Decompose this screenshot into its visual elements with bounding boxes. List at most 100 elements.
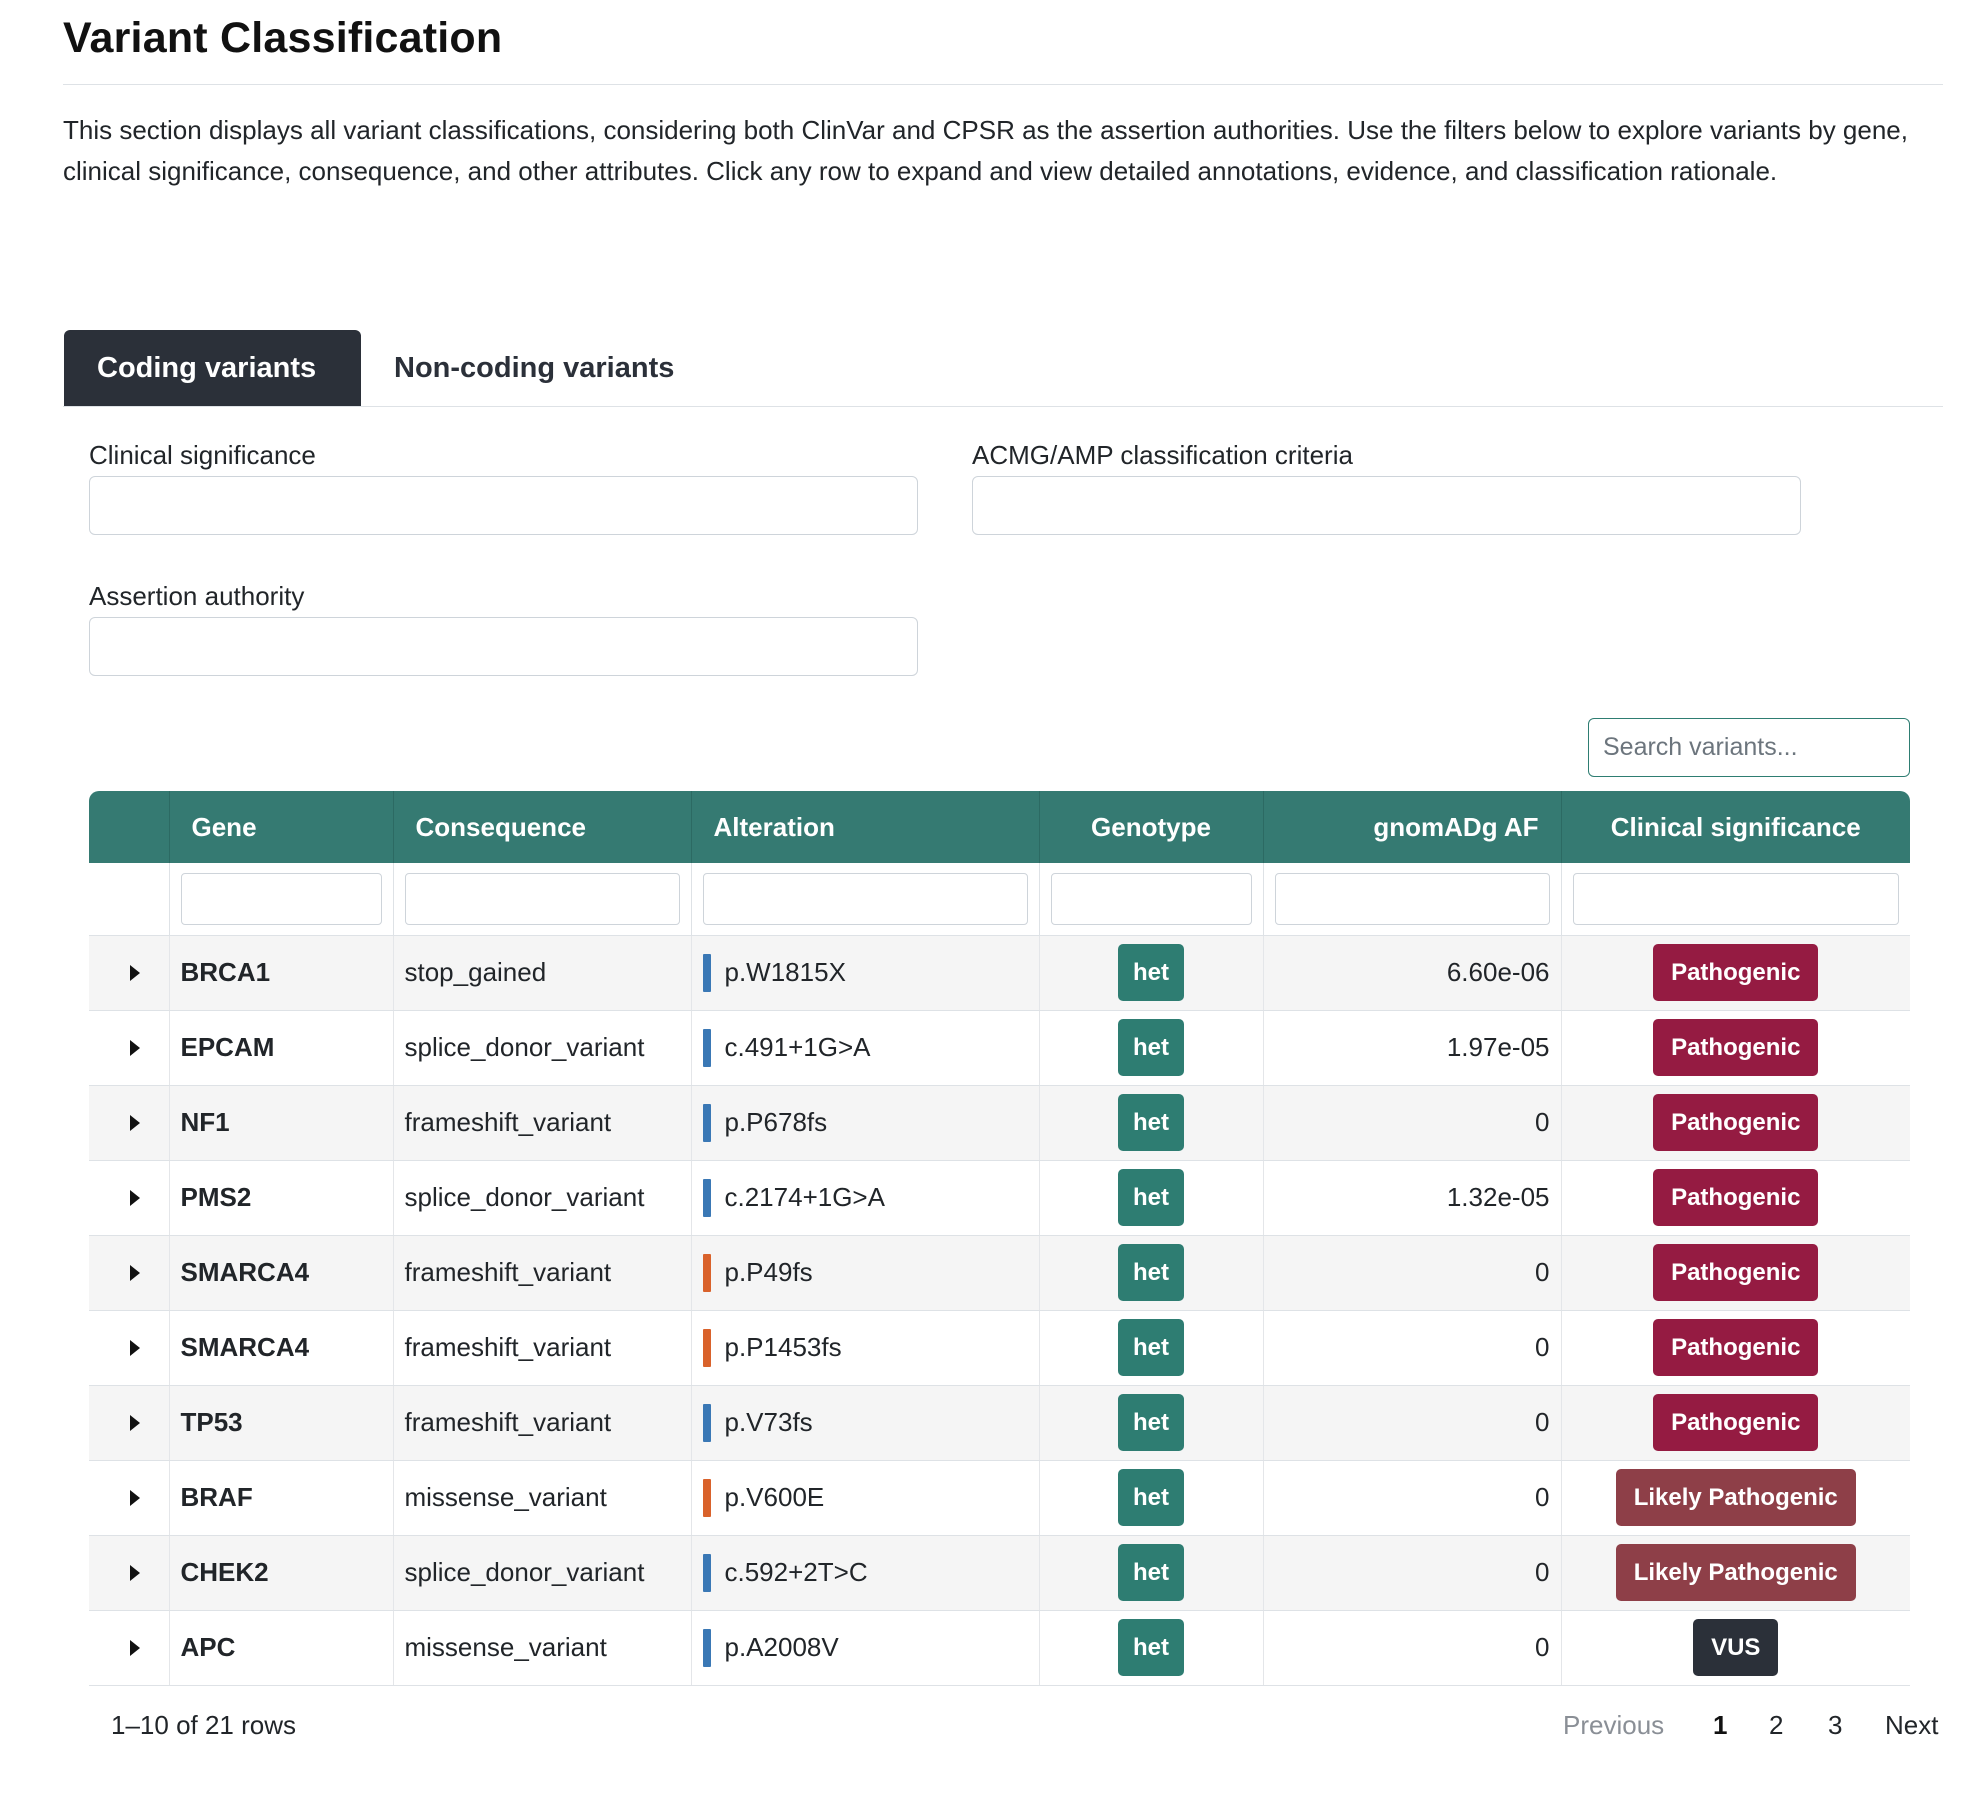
- genotype-column-header[interactable]: Genotype: [1038, 791, 1263, 863]
- consequence-column-header[interactable]: Consequence: [392, 791, 691, 863]
- gene-column-filter[interactable]: [180, 872, 382, 925]
- page-title: Variant Classification: [63, 14, 503, 62]
- expand-cell[interactable]: [89, 1535, 169, 1611]
- table-row[interactable]: APC missense_variant p.A2008V het 0 VUS: [89, 1610, 1910, 1686]
- alteration-column-header[interactable]: Alteration: [690, 791, 1039, 863]
- table-row[interactable]: PMS2 splice_donor_variant c.2174+1G>A het 1.…: [89, 1160, 1910, 1236]
- gnomad-af-column-header[interactable]: gnomADg AF: [1262, 791, 1561, 863]
- clinical-significance-badge: Pathogenic: [1653, 1169, 1819, 1226]
- clinical-significance-column-header[interactable]: Clinical significance: [1560, 791, 1910, 863]
- acmg-criteria-filter[interactable]: [972, 476, 1801, 535]
- clinical-significance-filter-label: Clinical significance: [89, 440, 316, 470]
- expand-cell[interactable]: [89, 1010, 169, 1086]
- alteration-text: p.V600E: [724, 1482, 825, 1512]
- caret-right-icon[interactable]: [130, 1115, 140, 1131]
- gnomad-af-column-filter[interactable]: [1274, 872, 1550, 925]
- table-row[interactable]: TP53 frameshift_variant p.V73fs het 0 Pathoge…: [89, 1385, 1910, 1461]
- gene-column-header[interactable]: Gene: [168, 791, 393, 863]
- expand-column-filter-cell: [89, 863, 169, 936]
- assertion-authority-filter-label: Assertion authority: [89, 581, 305, 611]
- page-3-button[interactable]: 3: [1828, 1710, 1842, 1741]
- clinical-significance-cell: Pathogenic: [1560, 1385, 1910, 1461]
- expand-cell[interactable]: [89, 1160, 169, 1236]
- alteration-column-filter[interactable]: [702, 872, 1028, 925]
- alteration-text: p.P678fs: [724, 1107, 828, 1137]
- alteration-text: c.491+1G>A: [724, 1032, 871, 1062]
- gnomad-af-cell: 1.97e-05: [1262, 1010, 1561, 1086]
- table-row[interactable]: SMARCA4 frameshift_variant p.P49fs het 0 Path…: [89, 1235, 1910, 1311]
- tab-coding-variants[interactable]: Coding variants: [64, 330, 361, 406]
- page-2-button[interactable]: 2: [1769, 1710, 1783, 1741]
- alteration-text: p.W1815X: [724, 957, 846, 987]
- alteration-type-marker: [702, 1028, 711, 1067]
- caret-right-icon[interactable]: [130, 1415, 140, 1431]
- alteration-type-marker: [702, 1553, 711, 1592]
- page-1-button[interactable]: 1: [1713, 1710, 1727, 1741]
- consequence-cell: frameshift_variant: [392, 1310, 691, 1386]
- consequence-cell: splice_donor_variant: [392, 1160, 691, 1236]
- genotype-cell: het: [1038, 1310, 1263, 1386]
- gnomad-af-cell: 0: [1262, 1460, 1561, 1536]
- genotype-badge: het: [1118, 1319, 1184, 1376]
- clinical-significance-badge: Pathogenic: [1653, 1244, 1819, 1301]
- alteration-text: p.A2008V: [724, 1632, 839, 1662]
- caret-right-icon[interactable]: [130, 1490, 140, 1506]
- search-variants-input[interactable]: [1588, 718, 1910, 777]
- clinical-significance-cell: Pathogenic: [1560, 1235, 1910, 1311]
- caret-right-icon[interactable]: [130, 1265, 140, 1281]
- caret-right-icon[interactable]: [130, 1040, 140, 1056]
- next-page-button[interactable]: Next: [1885, 1710, 1938, 1741]
- genotype-cell: het: [1038, 1385, 1263, 1461]
- table-row[interactable]: SMARCA4 frameshift_variant p.P1453fs het 0 Pa…: [89, 1310, 1910, 1386]
- caret-right-icon[interactable]: [130, 1565, 140, 1581]
- table-header-row: Gene Consequence Alteration Genotype gno…: [89, 791, 1910, 863]
- table-row[interactable]: NF1 frameshift_variant p.P678fs het 0 Pathoge…: [89, 1085, 1910, 1161]
- table-row[interactable]: BRAF missense_variant p.V600E het 0 Likely Pa…: [89, 1460, 1910, 1536]
- gene-cell: BRCA1: [168, 935, 393, 1011]
- gene-column-filter-cell: [168, 863, 393, 936]
- genotype-column-filter[interactable]: [1050, 872, 1252, 925]
- caret-right-icon[interactable]: [130, 1640, 140, 1656]
- expand-cell[interactable]: [89, 1385, 169, 1461]
- caret-right-icon[interactable]: [130, 1340, 140, 1356]
- caret-right-icon[interactable]: [130, 965, 140, 981]
- table-row[interactable]: BRCA1 stop_gained p.W1815X het 6.60e-06 Patho…: [89, 935, 1910, 1011]
- expand-cell[interactable]: [89, 1310, 169, 1386]
- alteration-cell: p.V600E: [690, 1460, 1039, 1536]
- genotype-cell: het: [1038, 1610, 1263, 1686]
- table-row[interactable]: CHEK2 splice_donor_variant c.592+2T>C het 0 L…: [89, 1535, 1910, 1611]
- table-body: BRCA1 stop_gained p.W1815X het 6.60e-06 Patho…: [89, 935, 1910, 1686]
- gnomad-af-cell: 0: [1262, 1385, 1561, 1461]
- alteration-type-marker: [702, 1328, 711, 1367]
- alteration-cell: p.A2008V: [690, 1610, 1039, 1686]
- previous-page-button[interactable]: Previous: [1563, 1710, 1664, 1741]
- gene-cell: SMARCA4: [168, 1310, 393, 1386]
- variant-tabs: Coding variants Non-coding variants: [63, 330, 1943, 407]
- clinical-significance-badge: Pathogenic: [1653, 944, 1819, 1001]
- gnomad-af-cell: 0: [1262, 1310, 1561, 1386]
- genotype-badge: het: [1118, 1169, 1184, 1226]
- expand-cell[interactable]: [89, 1460, 169, 1536]
- alteration-type-marker: [702, 1478, 711, 1517]
- expand-cell[interactable]: [89, 935, 169, 1011]
- alteration-cell: p.V73fs: [690, 1385, 1039, 1461]
- assertion-authority-filter[interactable]: [89, 617, 918, 676]
- alteration-type-marker: [702, 1628, 711, 1667]
- gnomad-af-cell: 0: [1262, 1535, 1561, 1611]
- clinical-significance-column-filter[interactable]: [1572, 872, 1899, 925]
- row-count-summary: 1–10 of 21 rows: [111, 1710, 297, 1740]
- expand-cell[interactable]: [89, 1235, 169, 1311]
- intro-text: This section displays all variant classi…: [63, 115, 1908, 186]
- clinical-significance-filter[interactable]: [89, 476, 918, 535]
- expand-cell[interactable]: [89, 1085, 169, 1161]
- genotype-cell: het: [1038, 1535, 1263, 1611]
- clinical-significance-column-filter-cell: [1560, 863, 1910, 936]
- consequence-column-filter[interactable]: [404, 872, 680, 925]
- genotype-badge: het: [1118, 1094, 1184, 1151]
- alteration-type-marker: [702, 1253, 711, 1292]
- gnomad-af-cell: 1.32e-05: [1262, 1160, 1561, 1236]
- caret-right-icon[interactable]: [130, 1190, 140, 1206]
- table-row[interactable]: EPCAM splice_donor_variant c.491+1G>A het 1.…: [89, 1010, 1910, 1086]
- expand-cell[interactable]: [89, 1610, 169, 1686]
- tab-non-coding-variants[interactable]: Non-coding variants: [361, 330, 707, 406]
